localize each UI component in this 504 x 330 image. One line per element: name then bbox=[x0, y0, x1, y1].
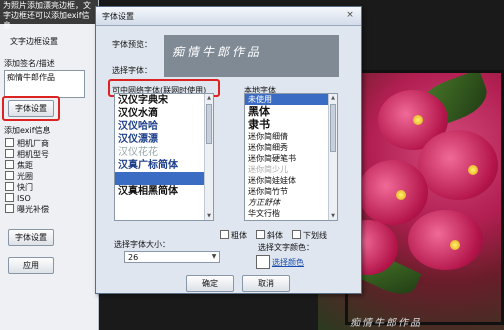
checkbox-box[interactable] bbox=[5, 160, 14, 169]
font-option[interactable]: 汉仪水滴 bbox=[115, 107, 213, 120]
text-color-label: 选择文字颜色： bbox=[258, 243, 314, 252]
local-font-option[interactable]: 迷你简细秀 bbox=[245, 142, 337, 153]
scroll-down-icon[interactable]: ▼ bbox=[205, 212, 213, 220]
scroll-thumb[interactable] bbox=[330, 104, 336, 152]
exif-checkbox[interactable]: 相机型号 bbox=[5, 149, 49, 160]
scrollbar[interactable]: ▲ ▼ bbox=[204, 94, 213, 220]
cancel-button[interactable]: 取消 bbox=[242, 275, 290, 292]
exif-checkbox[interactable]: 焦距 bbox=[5, 160, 33, 171]
font-size-label: 选择字体大小： bbox=[114, 240, 170, 249]
exif-checkbox[interactable]: 光圈 bbox=[5, 171, 33, 182]
ok-button[interactable]: 确定 bbox=[186, 275, 234, 292]
checkbox-box[interactable] bbox=[5, 138, 14, 147]
apply-button[interactable]: 应用 bbox=[8, 257, 54, 274]
checkbox-box[interactable] bbox=[5, 204, 14, 213]
close-icon[interactable]: × bbox=[343, 9, 357, 21]
checkbox-box[interactable] bbox=[5, 149, 14, 158]
preview-text: 痴情牛郎作品 bbox=[172, 45, 263, 59]
local-font-option-selected[interactable]: 未使用 bbox=[245, 94, 337, 105]
font-option[interactable]: 汉仪漂漂 bbox=[115, 133, 213, 146]
chevron-down-icon[interactable]: ▼ bbox=[210, 253, 218, 261]
select-font-label: 选择字体： bbox=[112, 66, 152, 75]
local-font-option[interactable]: 迷你简细倩 bbox=[245, 131, 337, 142]
exif-checkbox[interactable]: 曝光补偿 bbox=[5, 204, 49, 215]
checkbox-box[interactable] bbox=[292, 230, 301, 239]
local-font-option[interactable]: 迷你简少儿 bbox=[245, 164, 337, 175]
exif-checkbox[interactable]: 相机厂商 bbox=[5, 138, 49, 149]
font-option[interactable]: 汉真广标简体 bbox=[115, 159, 213, 172]
checkbox-box[interactable] bbox=[5, 193, 14, 202]
color-swatch[interactable] bbox=[256, 255, 270, 269]
font-option[interactable]: 汉仪花花 bbox=[115, 146, 213, 159]
local-font-option[interactable]: 隶书 bbox=[245, 118, 337, 131]
underline-checkbox[interactable]: 下划线 bbox=[292, 230, 327, 241]
local-font-option[interactable]: 迷你简竹节 bbox=[245, 186, 337, 197]
checkbox-box[interactable] bbox=[5, 171, 14, 180]
font-option[interactable]: 汉真相黑简体 bbox=[115, 185, 213, 198]
font-settings-button-2[interactable]: 字体设置 bbox=[8, 229, 54, 246]
scrollbar[interactable]: ▲ ▼ bbox=[328, 94, 337, 220]
left-settings-panel: 为照片添加漂亮边框，文字边框还可以添加exif信息 文字边框设置 添加签名/描述… bbox=[0, 0, 99, 330]
font-settings-dialog: 字体设置 × 字体预览： 痴情牛郎作品 选择字体： 可中网络字体(联网时使用) … bbox=[95, 6, 362, 294]
scroll-thumb[interactable] bbox=[206, 104, 212, 144]
local-font-option[interactable]: 黑体 bbox=[245, 105, 337, 118]
sign-input[interactable]: 痴情牛郎作品 bbox=[4, 70, 85, 98]
font-preview-area: 痴情牛郎作品 bbox=[164, 35, 339, 77]
sign-label: 添加签名/描述 bbox=[4, 59, 55, 68]
photo-border bbox=[345, 70, 504, 325]
font-option[interactable]: 汉仪哈哈 bbox=[115, 120, 213, 133]
local-font-option[interactable]: 迷你简硬笔书 bbox=[245, 153, 337, 164]
checkbox-box[interactable] bbox=[5, 182, 14, 191]
bold-checkbox[interactable]: 粗体 bbox=[220, 230, 247, 241]
font-size-value: 26 bbox=[128, 253, 139, 262]
photo-signature: 痴情牛郎作品 bbox=[350, 318, 422, 329]
dialog-titlebar[interactable]: 字体设置 × bbox=[96, 7, 361, 26]
local-font-option[interactable]: 迷你简娃娃体 bbox=[245, 175, 337, 186]
scroll-down-icon[interactable]: ▼ bbox=[329, 212, 337, 220]
font-option-selected[interactable] bbox=[115, 172, 213, 185]
local-font-option[interactable]: 方正舒体 bbox=[245, 197, 337, 208]
exif-checkbox[interactable]: 快门 bbox=[5, 182, 33, 193]
checkbox-box[interactable] bbox=[220, 230, 229, 239]
scroll-up-icon[interactable]: ▲ bbox=[329, 94, 337, 102]
checkbox-box[interactable] bbox=[256, 230, 265, 239]
preview-label: 字体预览： bbox=[112, 40, 152, 49]
italic-checkbox[interactable]: 斜体 bbox=[256, 230, 283, 241]
choose-color-link[interactable]: 选择颜色 bbox=[272, 257, 304, 268]
highlight-box bbox=[2, 96, 60, 121]
dialog-title: 字体设置 bbox=[102, 12, 134, 21]
local-fonts-list[interactable]: 未使用 黑体 隶书 迷你简细倩 迷你简细秀 迷你简硬笔书 迷你简少儿 迷你简娃娃… bbox=[244, 93, 338, 221]
section-title: 文字边框设置 bbox=[10, 37, 58, 46]
exif-label: 添加exif信息 bbox=[4, 126, 51, 135]
local-font-option[interactable]: 华文行楷 bbox=[245, 208, 337, 219]
scroll-up-icon[interactable]: ▲ bbox=[205, 94, 213, 102]
available-fonts-list[interactable]: 汉仪字典宋 汉仪水滴 汉仪哈哈 汉仪漂漂 汉仪花花 汉真广标简体 汉真相黑简体 … bbox=[114, 93, 214, 221]
exif-checkbox[interactable]: ISO bbox=[5, 193, 31, 204]
font-size-select[interactable]: 26 ▼ bbox=[124, 251, 220, 263]
hint-text: 为照片添加漂亮边框，文字边框还可以添加exif信息 bbox=[0, 0, 98, 30]
font-option[interactable]: 汉仪字典宋 bbox=[115, 94, 213, 107]
